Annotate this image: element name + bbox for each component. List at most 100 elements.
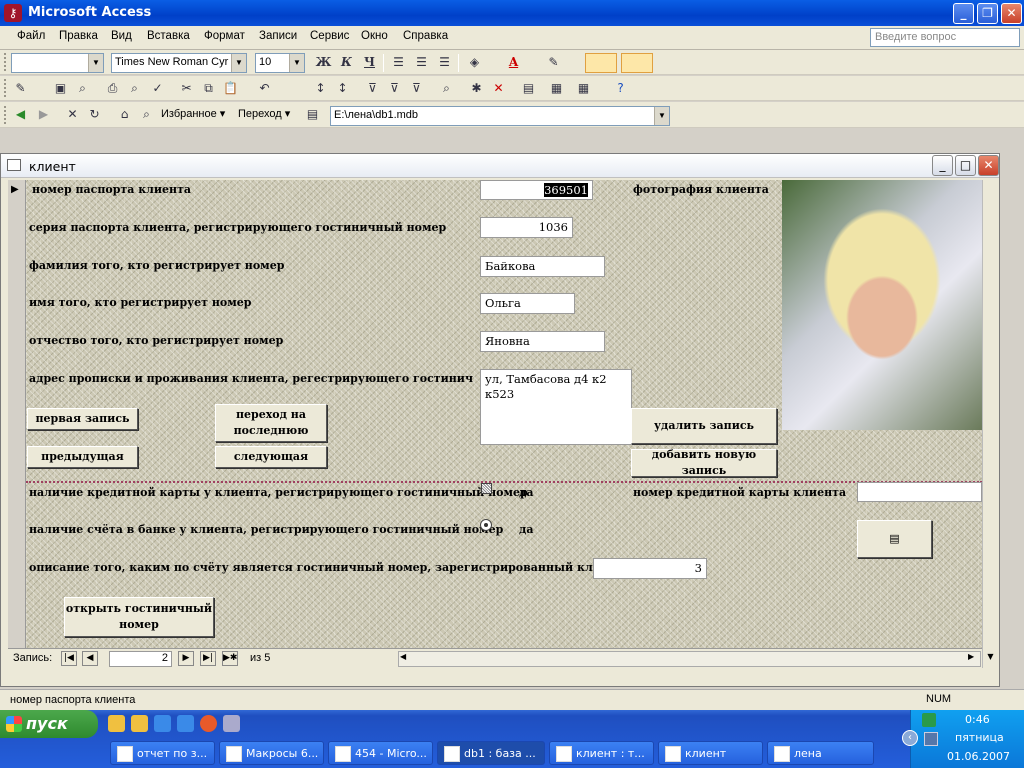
font-color-icon[interactable]: A [505,54,522,71]
horizontal-scrollbar[interactable] [398,651,981,667]
description-field[interactable]: 3 [593,558,707,579]
font-combo[interactable]: Times New Roman Cyr ▼ [111,53,247,73]
add-record-button[interactable]: добавить новую запись [631,448,777,477]
filter-form-icon[interactable]: ⊽ [386,80,403,97]
menu-view[interactable]: Вид [111,30,132,42]
task-db1[interactable]: db1 : база ... [437,741,545,765]
apply-filter-icon[interactable]: ⊽ [408,80,425,97]
quicklaunch-browser-icon[interactable] [177,715,194,732]
surname-field[interactable]: Байкова [480,256,605,277]
last-record-icon[interactable]: ▶| [200,651,216,666]
help-icon[interactable]: ? [612,80,629,97]
menu-file[interactable]: Файл [17,30,45,42]
italic-icon[interactable]: К [338,54,355,71]
delete-record-button[interactable]: удалить запись [631,408,777,444]
align-left-icon[interactable]: ☰ [390,54,407,71]
fill-color-icon[interactable]: ◈ [466,54,483,71]
quicklaunch-ie-icon[interactable] [154,715,171,732]
stop-icon[interactable]: ✕ [64,106,81,123]
last-record-button[interactable]: переход на последнюю [215,404,327,442]
task-folder[interactable]: лена [767,741,874,765]
preview-icon[interactable]: ⌕ [126,80,143,97]
scroll-right-icon[interactable]: ▶ [968,652,974,661]
home-icon[interactable]: ⌂ [116,106,133,123]
address-field[interactable]: ул, Тамбасова д4 к2 к523 [480,369,632,445]
copy-icon[interactable]: ⧉ [200,80,217,97]
previous-record-button[interactable]: предыдущая [27,446,138,468]
first-record-icon[interactable]: |◀ [61,651,77,666]
previous-record-icon[interactable]: ◀ [82,651,98,666]
forward-icon[interactable]: ▶ [35,106,52,123]
menu-insert[interactable]: Вставка [147,30,190,42]
new-record-nav-icon[interactable]: ▶✱ [222,651,238,666]
favorites-menu[interactable]: Избранное ▾ [161,107,225,120]
delete-record-icon[interactable]: ✕ [490,80,507,97]
current-record-field[interactable]: 2 [109,651,172,667]
form-open-button[interactable]: ▤ [857,520,932,558]
scroll-left-icon[interactable]: ◀ [400,652,406,661]
close-icon[interactable]: ✕ [1001,3,1022,24]
refresh-icon[interactable]: ↻ [86,106,103,123]
next-record-icon[interactable]: ▶ [178,651,194,666]
address-combo[interactable]: E:\лена\db1.mdb ▼ [330,106,670,126]
properties-icon[interactable]: ▤ [520,80,537,97]
new-object-icon[interactable]: ▦ [575,80,592,97]
task-word[interactable]: 454 - Micro... [328,741,433,765]
account-option[interactable] [480,519,492,531]
card-checkbox[interactable] [481,483,492,494]
print-icon[interactable]: ⎙ [104,80,121,97]
line-width-button[interactable] [621,53,653,73]
undo-icon[interactable]: ↶ [256,80,273,97]
database-window-icon[interactable]: ▦ [548,80,565,97]
vertical-scrollbar[interactable] [982,180,999,668]
search-icon[interactable]: ⌕ [74,80,91,97]
align-center-icon[interactable]: ☰ [413,54,430,71]
spelling-icon[interactable]: ✓ [149,80,166,97]
open-room-button[interactable]: открыть гостиничный номер [64,597,214,637]
restore-icon[interactable]: ❐ [977,3,998,24]
menu-format[interactable]: Формат [204,30,245,42]
scroll-down-icon[interactable]: ▼ [983,652,998,667]
new-record-icon[interactable]: ✱ [468,80,485,97]
task-report[interactable]: отчет по з... [110,741,215,765]
line-color-icon[interactable]: ✎ [545,54,562,71]
menu-records[interactable]: Записи [259,30,297,42]
form-maximize-icon[interactable]: □ [955,155,976,176]
quicklaunch-doc-icon[interactable] [223,715,240,732]
object-combo[interactable]: ▼ [11,53,104,73]
form-close-icon[interactable]: ✕ [978,155,999,176]
cut-icon[interactable]: ✂ [178,80,195,97]
paste-icon[interactable]: 📋 [222,80,239,97]
back-icon[interactable]: ◀ [12,106,29,123]
menu-tools[interactable]: Сервис [310,30,349,42]
align-right-icon[interactable]: ☰ [436,54,453,71]
first-record-button[interactable]: первая запись [27,408,138,430]
record-selector[interactable] [8,180,26,648]
tray-expand-icon[interactable]: ‹ [902,730,918,746]
series-field[interactable]: 1036 [480,217,573,238]
filter-icon[interactable]: ⊽ [364,80,381,97]
quicklaunch-pencil-icon[interactable] [108,715,125,732]
bold-icon[interactable]: Ж [315,54,332,71]
view-icon[interactable]: ✎ [12,80,29,97]
patronymic-field[interactable]: Яновна [480,331,605,352]
menu-help[interactable]: Справка [403,30,448,42]
sort-ascending-icon[interactable]: ↕ [312,80,329,97]
quicklaunch-outlook-icon[interactable] [131,715,148,732]
menu-window[interactable]: Окно [361,30,388,42]
save-icon[interactable]: ▣ [52,80,69,97]
font-size-combo[interactable]: 10 ▼ [255,53,305,73]
goto-menu[interactable]: Переход ▾ [238,107,290,120]
name-field[interactable]: Ольга [480,293,575,314]
minimize-icon[interactable]: _ [953,3,974,24]
menu-edit[interactable]: Правка [59,30,98,42]
search-web-icon[interactable]: ⌕ [138,106,155,123]
task-macros[interactable]: Макросы 6... [219,741,324,765]
task-client-table[interactable]: клиент : т... [549,741,654,765]
form-minimize-icon[interactable]: _ [932,155,953,176]
underline-icon[interactable]: Ч [361,54,378,71]
passport-field[interactable]: 369501 [480,180,593,200]
next-record-button[interactable]: следующая [215,446,327,468]
quicklaunch-media-icon[interactable] [200,715,217,732]
card-number-field[interactable] [857,482,982,502]
